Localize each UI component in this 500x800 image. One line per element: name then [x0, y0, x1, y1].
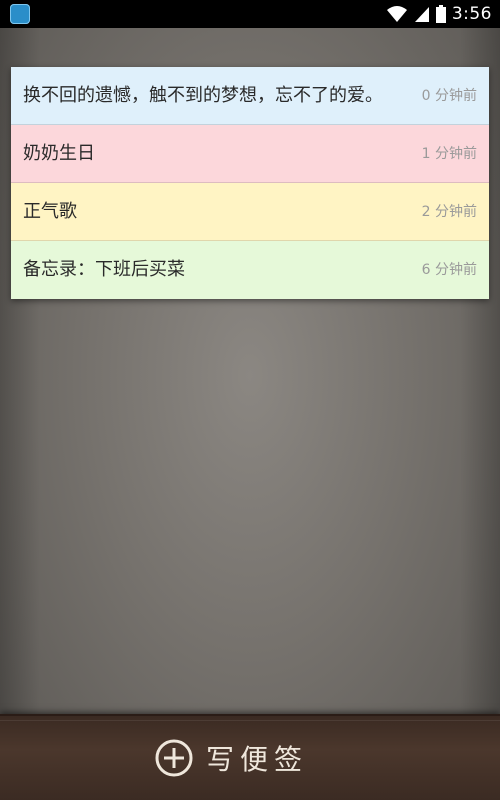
status-time: 3:56 [451, 4, 492, 24]
note-time: 0 分钟前 [421, 88, 477, 104]
note-time: 1 分钟前 [421, 146, 477, 162]
battery-icon [435, 5, 446, 23]
list-item[interactable]: 正气歌 2 分钟前 [11, 183, 489, 241]
write-note-label: 写便签 [206, 743, 309, 776]
signal-icon [414, 5, 430, 23]
bottom-bar: 写便签 [0, 714, 500, 800]
plus-circle-icon [154, 738, 194, 778]
list-item[interactable]: 备忘录：下班后买菜 6 分钟前 [11, 241, 489, 299]
note-title: 正气歌 [23, 201, 77, 222]
list-item[interactable]: 换不回的遗憾，触不到的梦想，忘不了的爱。 0 分钟前 [11, 67, 489, 125]
app-icon [10, 4, 30, 24]
note-title: 奶奶生日 [23, 143, 95, 164]
note-time: 2 分钟前 [421, 204, 477, 220]
status-icons: 3:56 [386, 0, 492, 28]
note-list: 换不回的遗憾，触不到的梦想，忘不了的爱。 0 分钟前 奶奶生日 1 分钟前 正气… [11, 67, 489, 299]
note-title: 换不回的遗憾，触不到的梦想，忘不了的爱。 [23, 85, 383, 106]
status-bar: 3:56 [0, 0, 500, 28]
notes-board: 换不回的遗憾，触不到的梦想，忘不了的爱。 0 分钟前 奶奶生日 1 分钟前 正气… [0, 28, 500, 800]
note-title: 备忘录：下班后买菜 [23, 259, 185, 280]
wifi-icon [386, 5, 408, 23]
list-item[interactable]: 奶奶生日 1 分钟前 [11, 125, 489, 183]
write-note-button[interactable]: 写便签 [154, 734, 308, 782]
note-time: 6 分钟前 [421, 262, 477, 278]
